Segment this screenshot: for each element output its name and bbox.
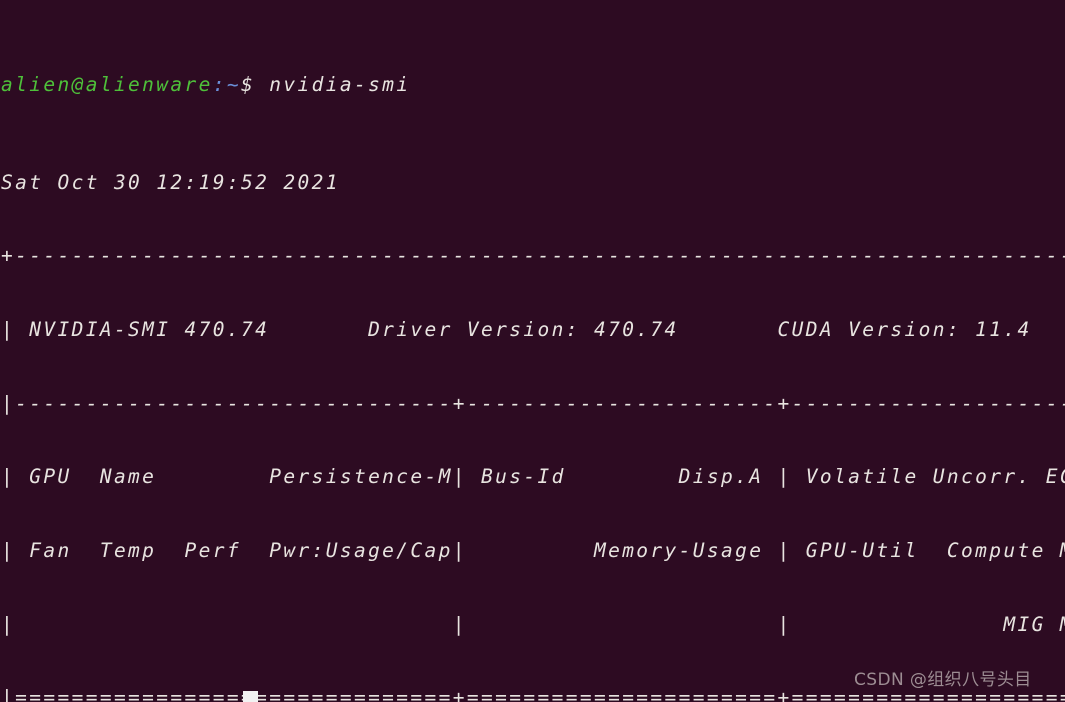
smi-header-divider: |-------------------------------+-------…	[1, 391, 1065, 415]
gpu-header-separator: |===============================+=======…	[1, 686, 1065, 702]
command-text: nvidia-smi	[269, 72, 411, 96]
terminal-cursor	[243, 691, 258, 702]
prompt-symbol: $	[241, 72, 256, 96]
terminal-screen: alien@alienware:~$ nvidia-smi Sat Oct 30…	[1, 0, 1065, 702]
gpu-header-row-1: | GPU Name Persistence-M| Bus-Id Disp.A …	[1, 465, 1065, 489]
terminal-window[interactable]: alien@alienware:~$ nvidia-smi Sat Oct 30…	[0, 0, 1065, 702]
gpu-header-row-3: | | | MIG M. |	[1, 612, 1065, 636]
gpu-header-row-2: | Fan Temp Perf Pwr:Usage/Cap| Memory-Us…	[1, 539, 1065, 563]
prompt-line: alien@alienware:~$ nvidia-smi	[1, 73, 1065, 98]
prompt-user-host: alien@alienware	[1, 72, 213, 96]
prompt-path: :~	[212, 72, 242, 96]
smi-top-border: +---------------------------------------…	[1, 244, 1065, 268]
smi-version-line: | NVIDIA-SMI 470.74 Driver Version: 470.…	[1, 318, 1065, 342]
timestamp-line: Sat Oct 30 12:19:52 2021	[1, 170, 340, 194]
